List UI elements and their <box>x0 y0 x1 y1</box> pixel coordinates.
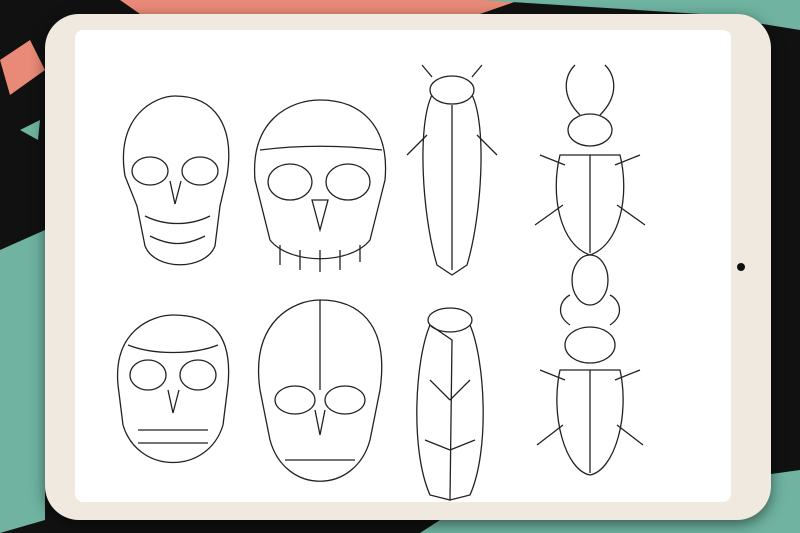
stag-beetle-drawing <box>534 64 646 256</box>
cicada-drawing <box>406 64 498 276</box>
line-art-illustrations <box>117 64 646 501</box>
skull-drawing-front-closed <box>117 314 230 464</box>
stag-beetle-drawing-2 <box>536 254 644 476</box>
skull-drawing-cracked <box>254 99 387 272</box>
cicada-drawing-wings-spread <box>416 307 484 501</box>
camera-dot <box>737 263 745 271</box>
skull-drawing-front-open-jaw <box>122 95 230 266</box>
tablet-screen <box>75 30 731 502</box>
tablet-frame <box>45 14 771 520</box>
skull-drawing-elongated <box>257 299 383 482</box>
